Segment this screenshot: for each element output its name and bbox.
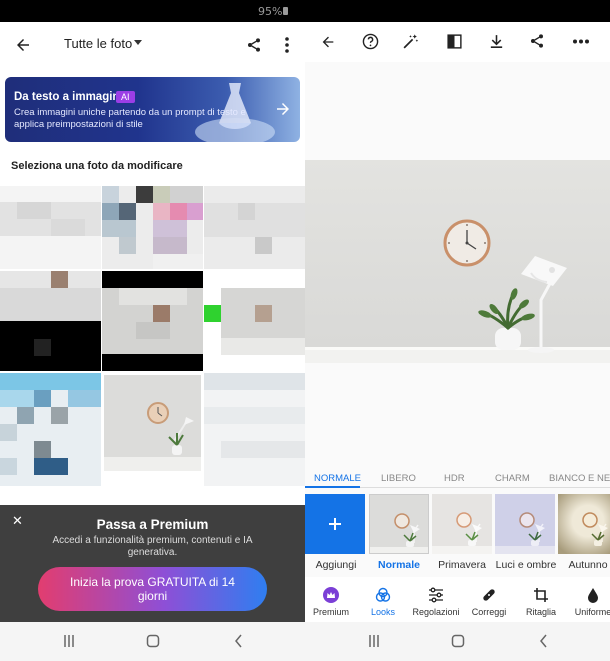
compare-icon[interactable] — [446, 33, 463, 50]
tool-uniforme[interactable]: Uniforme — [564, 577, 610, 622]
photo-thumbnail[interactable] — [0, 271, 101, 371]
premium-upsell-sheet: ✕ Passa a Premium Accedi a funzionalità … — [0, 505, 305, 622]
back-arrow-icon[interactable] — [320, 34, 336, 50]
tool-label: Uniforme — [574, 607, 610, 617]
banner-description: Crea immagini uniche partendo da un prom… — [14, 107, 246, 130]
recent-apps-icon[interactable] — [367, 634, 381, 648]
look-preview — [370, 495, 428, 553]
battery-icon — [283, 7, 288, 15]
more-vertical-icon[interactable] — [276, 32, 298, 58]
look-luci-e-ombre[interactable] — [495, 494, 555, 554]
share-icon[interactable] — [242, 32, 266, 58]
photo-thumbnail-selected[interactable] — [102, 373, 203, 473]
look-autunno[interactable] — [558, 494, 610, 554]
tool-looks[interactable]: Looks — [354, 577, 412, 622]
arrow-right-icon[interactable] — [271, 97, 295, 121]
photo-thumbnail[interactable] — [102, 186, 203, 269]
photo-picker-panel: Tutte le foto Da testo a immagine AI Cre… — [0, 22, 305, 622]
photo-thumbnail[interactable] — [0, 186, 101, 269]
tab-libero[interactable]: LIBERO — [381, 473, 416, 484]
drop-icon — [588, 588, 598, 603]
look-preview — [432, 494, 492, 554]
banner-title: Da testo a immagine — [14, 91, 126, 103]
back-arrow-icon[interactable] — [10, 32, 36, 58]
home-icon[interactable] — [451, 634, 465, 648]
room-photo — [305, 160, 610, 363]
tool-correggi[interactable]: Correggi — [460, 577, 518, 622]
auto-enhance-wand-icon[interactable] — [402, 33, 419, 50]
looks-labels: Aggiungi Normale Primavera Luci e ombre … — [305, 559, 610, 575]
photo-thumbnail[interactable] — [0, 373, 101, 486]
chevron-down-icon[interactable] — [134, 40, 142, 45]
look-label-normale: Normale — [377, 559, 420, 571]
looks-icon — [375, 587, 391, 602]
photo-thumbnail[interactable] — [204, 186, 305, 269]
tool-premium[interactable]: Premium — [305, 577, 360, 622]
album-selector[interactable]: Tutte le foto — [64, 36, 132, 51]
add-look-button[interactable] — [305, 494, 365, 554]
photo-canvas[interactable] — [305, 160, 610, 363]
adjustments-sliders-icon — [429, 587, 443, 603]
status-bar: 95% — [0, 0, 610, 22]
share-icon[interactable] — [529, 33, 545, 49]
tool-label: Correggi — [471, 607, 507, 617]
tab-charm[interactable]: CHARM — [495, 473, 530, 484]
looks-strip — [305, 494, 610, 556]
tool-label: Ritaglia — [525, 607, 556, 617]
look-label-aggiungi: Aggiungi — [315, 559, 357, 571]
look-label-autunno: Autunno — [568, 559, 608, 571]
free-trial-button[interactable]: Inizia la prova GRATUITA di 14 giorni — [38, 567, 267, 611]
back-icon[interactable] — [537, 634, 551, 648]
photo-thumbnail[interactable] — [102, 271, 203, 371]
premium-title: Passa a Premium — [96, 517, 209, 532]
home-icon[interactable] — [146, 634, 160, 648]
top-app-bar: Tutte le foto — [0, 22, 305, 68]
download-icon[interactable] — [488, 33, 505, 50]
more-horizontal-icon[interactable] — [573, 39, 589, 44]
crop-icon — [534, 588, 548, 602]
look-preview — [558, 494, 610, 554]
look-preview — [495, 494, 555, 554]
look-normale[interactable] — [369, 494, 429, 554]
room-photo-thumbnail — [104, 375, 201, 471]
healing-bandage-icon — [483, 589, 495, 601]
premium-crown-icon — [323, 587, 339, 603]
ai-badge: AI — [116, 91, 135, 103]
battery-level: 95% — [258, 5, 283, 18]
plus-icon — [329, 518, 341, 530]
premium-description: Accedi a funzionalità premium, contenuti… — [52, 535, 253, 558]
section-title: Seleziona una foto da modificare — [11, 160, 183, 172]
back-icon[interactable] — [232, 634, 246, 648]
tool-label: Looks — [370, 607, 396, 617]
recent-apps-icon[interactable] — [62, 634, 76, 648]
help-icon[interactable] — [362, 33, 379, 50]
look-label-luci-e-ombre: Luci e ombre — [495, 559, 557, 571]
tool-ritaglia[interactable]: Ritaglia — [512, 577, 570, 622]
tool-label: Premium — [312, 607, 349, 617]
photo-thumbnail[interactable] — [204, 373, 305, 486]
editor-toolbar — [305, 22, 610, 62]
tab-normale[interactable]: NORMALE — [314, 473, 361, 484]
tab-hdr[interactable]: HDR — [444, 473, 465, 484]
photo-thumbnail[interactable] — [204, 271, 305, 371]
bottom-tool-bar: Premium Looks Regolazioni Correggi Ritag… — [305, 577, 610, 622]
looks-category-tabs: NORMALE LIBERO HDR CHARM BIANCO E NERO — [305, 469, 610, 487]
active-tab-indicator — [305, 486, 360, 488]
system-nav-bar — [0, 622, 305, 661]
tab-bianco-e-nero[interactable]: BIANCO E NERO — [549, 473, 610, 484]
tool-regolazioni[interactable]: Regolazioni — [407, 577, 465, 622]
look-label-primavera: Primavera — [438, 559, 486, 571]
tool-label: Regolazioni — [412, 607, 460, 617]
editor-panel: NORMALE LIBERO HDR CHARM BIANCO E NERO A… — [305, 22, 610, 622]
look-primavera[interactable] — [432, 494, 492, 554]
system-nav-bar — [305, 622, 610, 661]
text-to-image-banner[interactable]: Da testo a immagine AI Crea immagini uni… — [5, 77, 300, 142]
